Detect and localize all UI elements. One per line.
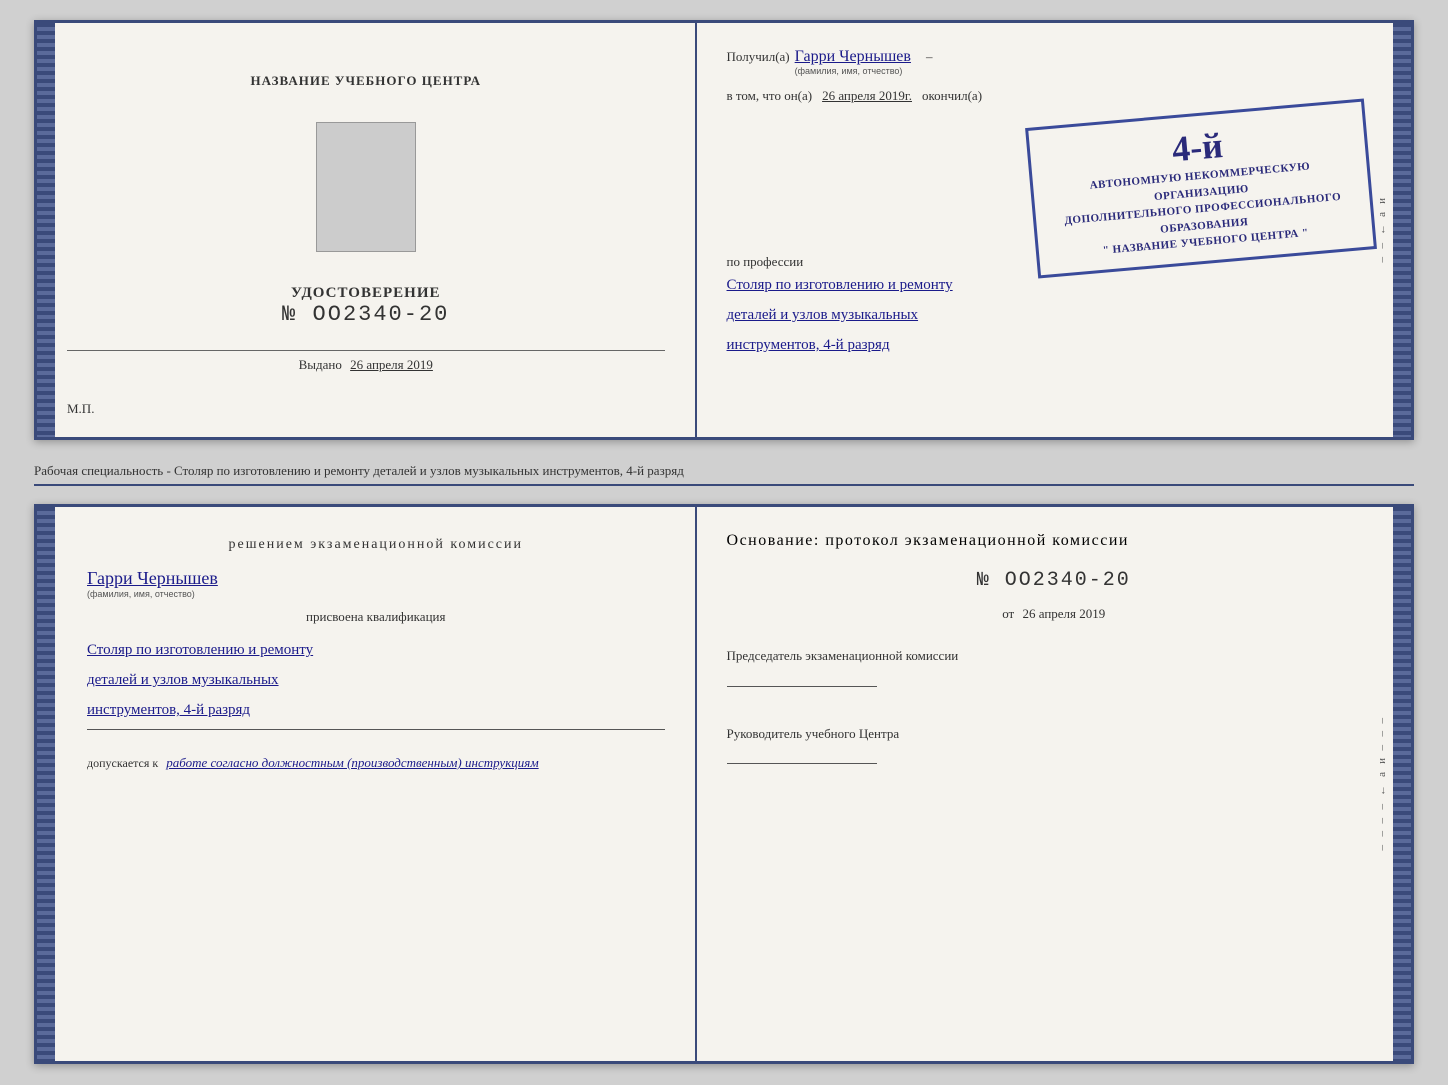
side-char-b10: – <box>1376 845 1388 851</box>
side-char-b1: – <box>1376 718 1388 724</box>
resheniem-title: Решением экзаменационной комиссии <box>67 537 665 553</box>
qualification-line3: инструментов, 4-й разряд <box>87 695 665 725</box>
side-char-b7: – <box>1376 804 1388 810</box>
side-char-b3: – <box>1376 745 1388 751</box>
number-prefix: № <box>282 302 297 327</box>
учебный-центр-title: НАЗВАНИЕ УЧЕБНОГО ЦЕНТРА <box>250 73 481 89</box>
qualification-block: Столяр по изготовлению и ремонту деталей… <box>67 635 665 730</box>
ot-date: 26 апреля 2019 <box>1022 606 1105 621</box>
recipient-name: Гарри Чернышев <box>795 48 911 66</box>
vtom-label: в том, что он(а) <box>727 88 813 104</box>
predsedatel-signature-line <box>727 686 877 687</box>
udostoverenie-number: № OO2340-20 <box>282 302 449 327</box>
poluchil-dash: – <box>926 49 933 65</box>
side-decoration-top: и а ← – – <box>1371 23 1393 437</box>
rukovoditel-signature-line <box>727 763 877 764</box>
qualification-line2: деталей и узлов музыкальных <box>87 665 665 695</box>
rukovoditel-block: Руководитель учебного Центра <box>727 724 1381 768</box>
vtom-date: 26 апреля 2019г. <box>822 88 912 104</box>
side-char-3: ← <box>1376 224 1388 235</box>
side-char-b5: а <box>1376 772 1388 777</box>
osnovanie-text: Основание: протокол экзаменационной коми… <box>727 532 1381 550</box>
prisvoena-label: присвоена квалификация <box>67 609 665 625</box>
ot-prefix: от <box>1002 606 1014 621</box>
side-char-b6: ← <box>1376 785 1388 796</box>
top-right-panel: Получил(а) Гарри Чернышев (фамилия, имя,… <box>697 23 1411 437</box>
side-char-4: – <box>1376 243 1388 249</box>
recipient-sub: (фамилия, имя, отчество) <box>795 66 903 76</box>
qualification-line1: Столяр по изготовлению и ремонту <box>87 635 665 665</box>
ot-line: от 26 апреля 2019 <box>727 606 1381 622</box>
side-char-1: и <box>1376 198 1388 204</box>
bottom-number-value: OO2340-20 <box>1005 569 1131 592</box>
bottom-name: Гарри Чернышев <box>87 568 218 589</box>
dopuskaetsya-label: допускается к <box>87 756 158 770</box>
side-char-2: а <box>1376 212 1388 217</box>
profession-line2: деталей и узлов музыкальных <box>727 300 1381 330</box>
side-char-b4: и <box>1376 758 1388 764</box>
vydano-date: 26 апреля 2019 <box>350 357 433 372</box>
predsedatel-label: Председатель экзаменационной комиссии <box>727 646 1381 666</box>
dopuskaetsya-block: допускается к работе согласно должностны… <box>67 755 665 771</box>
vydano-label: Выдано <box>299 357 342 372</box>
poluchil-label: Получил(а) <box>727 49 790 65</box>
bottom-document: Решением экзаменационной комиссии Гарри … <box>34 504 1414 1064</box>
okonchil-label: окончил(а) <box>922 88 982 104</box>
bottom-left-panel: Решением экзаменационной комиссии Гарри … <box>37 507 697 1061</box>
vydano-line: Выдано 26 апреля 2019 <box>67 350 665 373</box>
name-block: Гарри Чернышев (фамилия, имя, отчество) <box>67 568 665 599</box>
bottom-name-sub: (фамилия, имя, отчество) <box>87 589 195 599</box>
top-left-panel: НАЗВАНИЕ УЧЕБНОГО ЦЕНТРА УДОСТОВЕРЕНИЕ №… <box>37 23 697 437</box>
dopuskaetsya-value: работе согласно должностным (производств… <box>166 755 538 770</box>
mp-label: М.П. <box>67 401 94 417</box>
predsedatel-block: Председатель экзаменационной комиссии <box>727 646 1381 690</box>
profession-line3: инструментов, 4-й разряд <box>727 330 1381 360</box>
side-char-5: – <box>1376 257 1388 263</box>
stamp-block: 4-й АВТОНОМНУЮ НЕКОММЕРЧЕСКУЮ ОРГАНИЗАЦИ… <box>1025 98 1377 278</box>
top-document: НАЗВАНИЕ УЧЕБНОГО ЦЕНТРА УДОСТОВЕРЕНИЕ №… <box>34 20 1414 440</box>
poluchil-line: Получил(а) Гарри Чернышев (фамилия, имя,… <box>727 48 1381 76</box>
bottom-right-panel: Основание: протокол экзаменационной коми… <box>697 507 1411 1061</box>
side-char-b8: – <box>1376 818 1388 824</box>
side-decoration-bottom: – – – и а ← – – – – <box>1371 507 1393 1061</box>
separator-text: Рабочая специальность - Столяр по изгото… <box>34 458 1414 486</box>
photo-area <box>316 122 416 252</box>
rukovoditel-label: Руководитель учебного Центра <box>727 724 1381 744</box>
udostoverenie-block: УДОСТОВЕРЕНИЕ № OO2340-20 <box>282 285 449 327</box>
number-value: OO2340-20 <box>313 302 450 327</box>
side-char-b9: – <box>1376 831 1388 837</box>
side-char-b2: – <box>1376 731 1388 737</box>
vtom-line: в том, что он(а) 26 апреля 2019г. окончи… <box>727 88 1381 104</box>
udostoverenie-label: УДОСТОВЕРЕНИЕ <box>282 285 449 302</box>
bottom-number-prefix: № <box>977 569 991 592</box>
bottom-number: № OO2340-20 <box>727 569 1381 592</box>
